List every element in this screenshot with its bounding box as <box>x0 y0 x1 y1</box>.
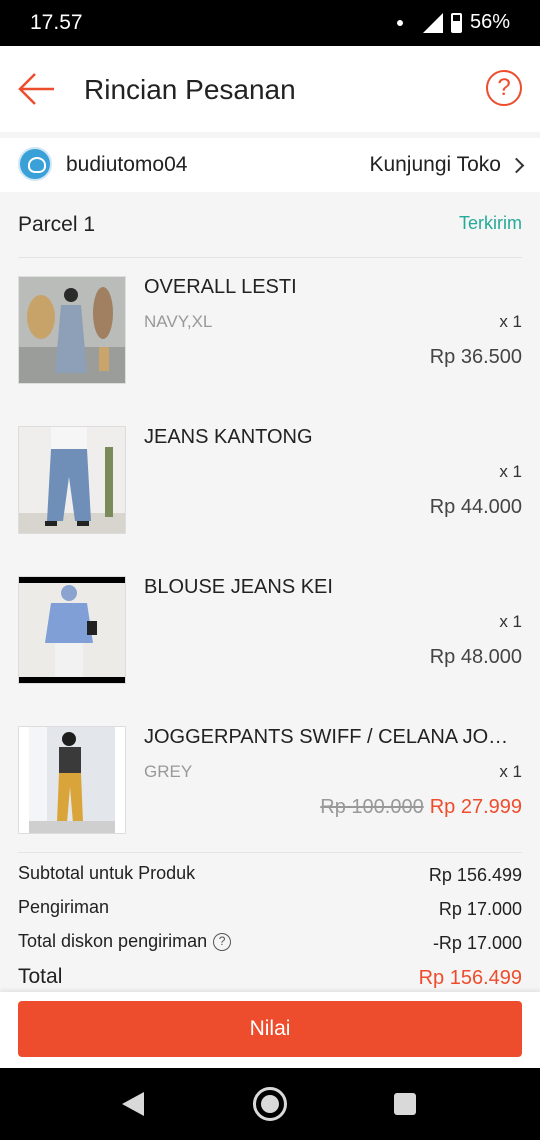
battery-icon <box>450 12 462 33</box>
parcel-section: Parcel 1 Terkirim OVERALL LESTI NAVY,XL … <box>0 192 540 992</box>
nav-home-icon[interactable] <box>253 1087 287 1121</box>
product-price: Rp 44.000 <box>424 496 522 519</box>
product-final-price: Rp 44.000 <box>429 496 522 518</box>
product-qty: x 1 <box>499 762 522 781</box>
total-label: Total <box>18 965 63 988</box>
product-variant: GREY <box>144 762 193 781</box>
shipping-discount-row: Total diskon pengiriman ? -Rp 17.000 <box>18 929 522 957</box>
subtotal-row: Subtotal untuk Produk Rp 156.499 <box>18 861 522 889</box>
visit-shop-label: Kunjungi Toko <box>369 153 501 176</box>
total-value: Rp 156.499 <box>418 967 522 989</box>
shipping-discount-value: -Rp 17.000 <box>432 933 522 953</box>
subtotal-value: Rp 156.499 <box>428 865 522 885</box>
shop-name: budiutomo04 <box>66 153 188 176</box>
product-qty: x 1 <box>499 462 522 481</box>
order-item[interactable]: BLOUSE JEANS KEI x 1 Rp 48.000 <box>18 576 522 684</box>
order-item[interactable]: JEANS KANTONG x 1 Rp 44.000 <box>18 426 522 534</box>
shop-row: budiutomo04 Kunjungi Toko <box>0 138 540 192</box>
nav-back-icon[interactable] <box>122 1092 144 1116</box>
product-final-price: Rp 27.999 <box>429 796 522 818</box>
info-icon[interactable]: ? <box>213 932 232 951</box>
status-bar: 17.57 56% <box>0 0 540 46</box>
app-header: Rincian Pesanan ? <box>0 46 540 132</box>
battery-percent: 56% <box>469 11 510 33</box>
shipping-discount-label: Total diskon pengiriman <box>18 931 208 951</box>
visit-shop-button[interactable]: Kunjungi Toko <box>369 153 525 177</box>
product-image <box>18 276 126 384</box>
page-title: Rincian Pesanan <box>84 74 296 105</box>
parcel-header: Parcel 1 Terkirim <box>18 192 522 258</box>
back-arrow-icon[interactable] <box>18 72 56 106</box>
product-name: BLOUSE JEANS KEI <box>144 576 333 598</box>
product-name: OVERALL LESTI <box>144 276 297 298</box>
help-icon[interactable]: ? <box>486 70 522 106</box>
product-original-price: Rp 100.000 <box>320 796 424 818</box>
product-qty: x 1 <box>499 312 522 331</box>
product-price: Rp 48.000 <box>424 646 522 669</box>
shipping-value: Rp 17.000 <box>438 899 522 919</box>
notification-dot-icon <box>396 19 403 26</box>
rate-button[interactable]: Nilai <box>18 1001 522 1057</box>
product-image <box>18 726 126 834</box>
product-qty: x 1 <box>499 612 522 631</box>
shop-avatar <box>18 147 52 181</box>
product-image <box>18 426 126 534</box>
payment-summary: Subtotal untuk Produk Rp 156.499 Pengiri… <box>18 852 522 989</box>
order-item[interactable]: OVERALL LESTI NAVY,XL x 1 Rp 36.500 <box>18 276 522 384</box>
product-name: JOGGERPANTS SWIFF / CELANA JOGGER <box>144 726 520 748</box>
bottom-action-bar: Nilai <box>0 992 540 1068</box>
product-final-price: Rp 48.000 <box>429 646 522 668</box>
chevron-right-icon <box>508 157 525 173</box>
status-time: 17.57 <box>30 11 83 34</box>
order-item[interactable]: JOGGERPANTS SWIFF / CELANA JOGGER GREY x… <box>18 726 522 834</box>
product-variant: NAVY,XL <box>144 312 213 331</box>
shipping-label: Pengiriman <box>18 897 110 917</box>
product-price: Rp 100.000 Rp 27.999 <box>320 796 522 819</box>
nav-recents-icon[interactable] <box>394 1093 416 1115</box>
shipping-discount-label-group: Total diskon pengiriman ? <box>18 931 232 952</box>
shipping-row: Pengiriman Rp 17.000 <box>18 895 522 923</box>
product-name: JEANS KANTONG <box>144 426 313 448</box>
subtotal-label: Subtotal untuk Produk <box>18 863 196 883</box>
total-row: Total Rp 156.499 <box>18 963 522 991</box>
parcel-status: Terkirim <box>459 213 522 233</box>
system-nav-bar <box>0 1068 540 1140</box>
product-final-price: Rp 36.500 <box>429 346 522 368</box>
product-price: Rp 36.500 <box>424 346 522 369</box>
product-image <box>18 576 126 684</box>
status-icons: 56% <box>396 11 510 34</box>
parcel-label: Parcel 1 <box>18 213 96 236</box>
signal-icon <box>422 12 443 33</box>
